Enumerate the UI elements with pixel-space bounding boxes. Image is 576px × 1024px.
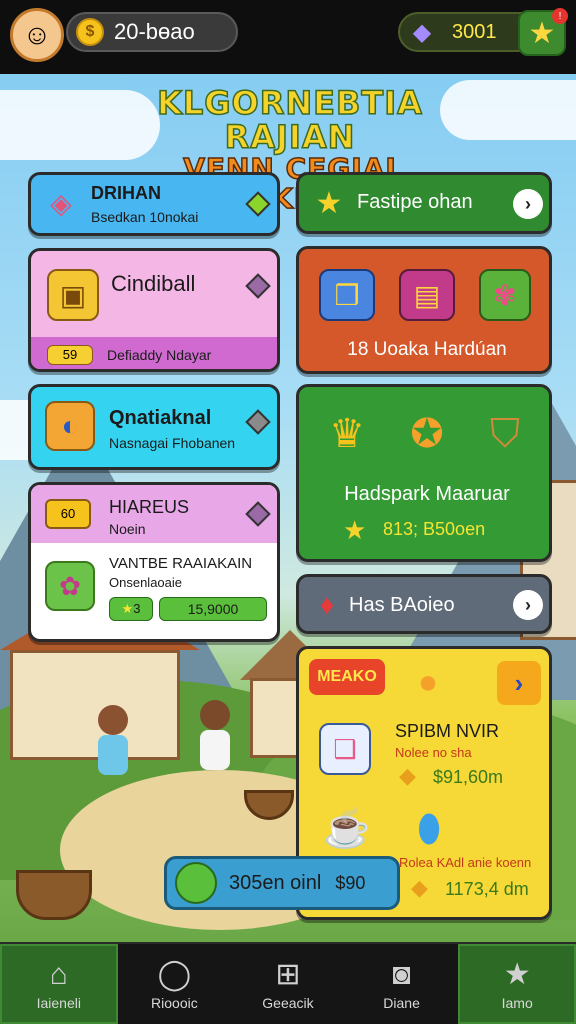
crystal-icon: ◈ — [50, 187, 72, 219]
coin-icon: ◆ — [399, 763, 416, 788]
card-title: Qnatiaknal — [109, 407, 212, 429]
home-icon: ⌂ — [49, 958, 68, 991]
nav-label: Iamo — [501, 995, 533, 1011]
fastipe-card[interactable]: ★ Fastipe ohan › — [296, 172, 552, 234]
fruit-basket — [16, 870, 92, 920]
card-subtitle: Noein — [109, 521, 146, 537]
nav-label: Rioooic — [151, 995, 198, 1011]
nav-item-camera[interactable]: ◙ Diane — [345, 944, 459, 1024]
diamond-icon — [245, 501, 271, 527]
uoaka-card[interactable]: ❒ ▤ ✾ 18 Uoaka Hardúan — [296, 246, 552, 374]
coin-icon: $ — [76, 18, 104, 46]
card-title: DRIHAN — [91, 183, 161, 203]
nav-label: Iaieneli — [36, 995, 81, 1011]
favorites-button[interactable]: ★ ! — [518, 8, 568, 56]
top-bar: ☺ $ 20-bɵao ◆ 3001 ★ ! — [0, 0, 576, 74]
cup-icon: ☕ — [323, 808, 371, 850]
star-icon: ★ — [343, 515, 367, 545]
feature-label: Fastipe ohan — [357, 191, 473, 213]
compass-icon: ◐ — [45, 401, 95, 451]
plant-icon: ✾ — [479, 269, 531, 321]
drihan-card[interactable]: ◈ DRIHAN Bsedkan 10nokai — [28, 172, 280, 236]
diamond-icon — [245, 191, 271, 217]
card-header: 60 HIAREUS Noein — [31, 485, 277, 543]
trophy-icon: ♛ — [329, 412, 365, 456]
gem-value: 3001 — [452, 20, 497, 43]
card-title: Hadspark Maaruar — [344, 483, 510, 505]
nav-label: Geeacik — [262, 995, 314, 1011]
nav-item-star[interactable]: ★ Iamo — [458, 944, 576, 1024]
nav-item-grid[interactable]: ⊞ Geeacik — [231, 944, 345, 1024]
nav-label: Diane — [383, 995, 420, 1011]
item-value: $91,60m — [433, 767, 504, 787]
flower-icon: ✿ — [45, 561, 95, 611]
chest-icon: ▤ — [399, 269, 455, 321]
hasbaleo-card[interactable]: ♦ Has BAoieo › — [296, 574, 552, 634]
card-footer: 59 Defiaddy Ndayar — [31, 337, 277, 369]
apple-icon — [175, 862, 217, 904]
item-subtitle: Onsenlaoaie — [109, 575, 182, 590]
notification-badge: ! — [552, 8, 568, 24]
item-value: 1173,4 dm — [445, 879, 529, 899]
bottom-nav: ⌂ Iaieneli ◯ Rioooic ⊞ Geeacik ◙ Diane ★… — [0, 942, 576, 1024]
pill-value: $90 — [335, 872, 366, 893]
title-line-1: KLGORNEBTIA RAJIAN — [156, 84, 423, 156]
chevron-right-icon[interactable]: › — [497, 661, 541, 705]
card-label: 18 Uoaka Hardúan — [347, 339, 507, 360]
card-badge: 59 — [47, 345, 93, 365]
box-icon: ▣ — [47, 269, 99, 321]
cindiball-card[interactable]: ▣ Cindiball 59 Defiaddy Ndayar — [28, 248, 280, 372]
chevron-right-icon[interactable]: › — [513, 590, 543, 620]
crystal-icon: ⬮ — [417, 807, 441, 850]
globe-icon: ◯ — [157, 958, 192, 991]
star-icon: ★ — [528, 16, 556, 50]
card-badge: 60 — [45, 499, 91, 529]
card-title: Cindiball — [111, 271, 196, 296]
card-value: 813; B50oen — [383, 519, 486, 539]
coin-value: 20-bɵao — [114, 19, 195, 44]
gift-box-icon: ❑ — [319, 723, 371, 775]
grid-icon: ⊞ — [275, 958, 301, 991]
hadspark-card[interactable]: ♛ ✪ ⛉ Hadspark Maaruar ★ 813; B50oen — [296, 384, 552, 562]
cube-icon: ❒ — [319, 269, 375, 321]
gem-icon: ◆ — [412, 18, 432, 46]
item-price: 15,9000 — [159, 597, 267, 621]
gem-icon: ♦ — [319, 589, 335, 620]
camera-icon: ◙ — [392, 958, 411, 991]
card-footer-text: Defiaddy Ndayar — [107, 347, 212, 363]
item-subtitle: Rolea KAdl anie koenn — [399, 855, 532, 870]
player-avatar[interactable]: ☺ — [10, 8, 64, 62]
chevron-right-icon[interactable]: › — [513, 189, 543, 219]
diamond-icon — [245, 409, 271, 435]
basket-icon: ⛉ — [490, 411, 520, 456]
nav-item-home[interactable]: ⌂ Iaieneli — [0, 944, 118, 1024]
nav-item-globe[interactable]: ◯ Rioooic — [118, 944, 232, 1024]
card-label: Has BAoieo — [349, 594, 455, 616]
pill-label: 305en oinl — [229, 871, 322, 894]
item-title: VANTBE RAAIAKAIN — [109, 555, 253, 572]
harvest-pill[interactable]: 305en oinl $90 — [164, 856, 400, 910]
star-icon: ★ — [121, 601, 134, 616]
coin-icon: ◆ — [411, 875, 428, 900]
card-subtitle: Bsedkan 10nokai — [91, 209, 199, 225]
card-title: HIAREUS — [109, 497, 190, 517]
item-subtitle: Nolee no sha — [395, 745, 472, 760]
hiareus-card[interactable]: 60 HIAREUS Noein ✿ VANTBE RAAIAKAIN Onse… — [28, 482, 280, 642]
coin-bag-icon: ● — [417, 662, 439, 701]
qnatiaknal-card[interactable]: ◐ Qnatiaknal Nasnagai Fhobanen — [28, 384, 280, 470]
card-subtitle: Nasnagai Fhobanen — [109, 435, 236, 451]
diamond-icon — [245, 273, 271, 299]
cloud — [440, 80, 576, 140]
offer-badge: MEAKO — [309, 659, 385, 695]
star-icon: ★ — [503, 958, 531, 991]
star-icon: ★ — [315, 186, 343, 220]
item-chip: ★3 — [109, 597, 153, 621]
medal-icon: ✪ — [410, 412, 444, 456]
item-title: SPIBM NVIR — [395, 721, 500, 741]
coin-counter[interactable]: $ 20-bɵao — [66, 12, 238, 52]
